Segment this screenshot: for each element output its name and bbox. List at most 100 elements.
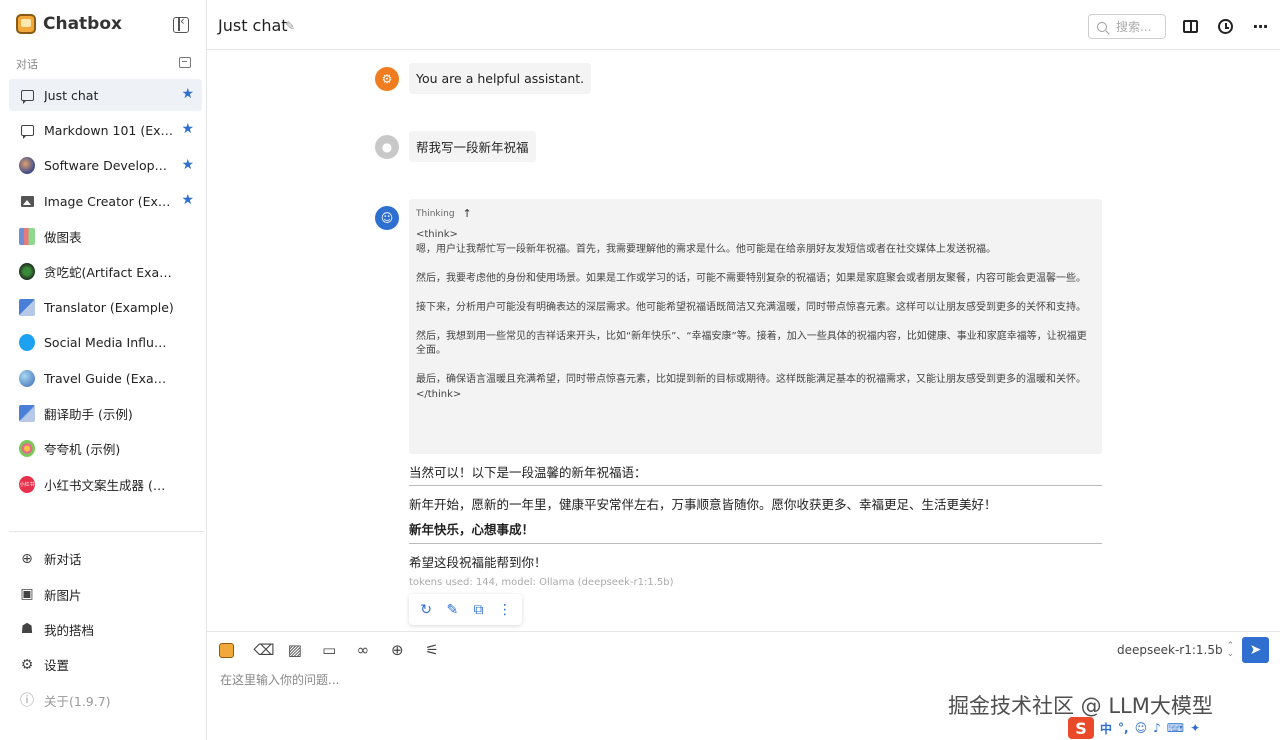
system-message-text: You are a helpful assistant. <box>416 71 585 86</box>
sidebar-item-label: Just chat <box>44 87 99 103</box>
chat-bubble-icon <box>19 122 35 139</box>
search-placeholder: 搜索... <box>1116 20 1152 34</box>
input-toolbar: ⌫ ▨ ▭ ∞ ⊕ ⚟ <box>219 640 460 660</box>
star-icon[interactable]: ★ <box>181 193 194 207</box>
conversation-list: Just chat ★ Markdown 101 (Example) ★ Sof… <box>9 79 202 504</box>
search-input[interactable]: 搜索... <box>1088 14 1166 39</box>
image-icon <box>19 193 35 209</box>
star-icon[interactable]: ★ <box>181 122 194 136</box>
chat-header: Just chat ✎ 搜索... ··· <box>207 0 1280 50</box>
brand: Chatbox <box>16 14 122 34</box>
chatbox-logo-icon <box>16 14 36 34</box>
settings-button[interactable]: ⚙ 设置 <box>9 647 202 682</box>
answer-bold-line: 新年快乐，心想事成！ <box>409 522 535 537</box>
sidebar-menu: ⊕ 新对话 ▣ 新图片 ☗ 我的搭档 ⚙ 设置 ⓘ 关于(1.9.7) <box>9 541 202 718</box>
user-message: 帮我写一段新年祝福 <box>409 131 536 162</box>
my-copilots-button[interactable]: ☗ 我的搭档 <box>9 612 202 647</box>
sidebar: Chatbox 对话 Just chat ★ Markdown 101 (Exa… <box>0 0 207 740</box>
sidebar-item-xiaohongshu[interactable]: 小红书 小红书文案生成器 (示例) <box>9 468 202 500</box>
attach-link-icon[interactable]: ∞ <box>357 640 391 660</box>
ime-toolbar: S 中 °, ☺ ♪ ⌨ ✦ <box>1068 716 1280 740</box>
answer-blessing: 新年开始，愿新的一年里，健康平安常伴左右，万事顺意皆随你。愿你收获更多、幸福更足… <box>409 497 997 512</box>
collapse-sidebar-icon[interactable] <box>173 14 189 33</box>
archive-icon[interactable] <box>179 57 191 68</box>
new-image-button[interactable]: ▣ 新图片 <box>9 576 202 611</box>
message-input[interactable] <box>220 670 1100 690</box>
ime-logo-icon[interactable]: S <box>1068 717 1094 739</box>
assistant-avatar-icon: ☺ <box>375 206 399 230</box>
sidebar-item-just-chat[interactable]: Just chat ★ <box>9 79 202 111</box>
sidebar-item-praise-bot[interactable]: 夸夸机 (示例) <box>9 433 202 465</box>
user-message-text: 帮我写一段新年祝福 <box>416 140 529 155</box>
message-toolbar: ↻ ✎ ⧉ ⋮ <box>409 594 522 625</box>
regenerate-icon[interactable]: ↻ <box>416 600 436 620</box>
chatbox-app: Chatbox 对话 Just chat ★ Markdown 101 (Exa… <box>0 0 1280 740</box>
more-options-button[interactable]: ··· <box>1250 16 1270 36</box>
sidebar-item-software-developer[interactable]: Software Developer (Example) ★ <box>9 150 202 182</box>
new-chat-button[interactable]: ⊕ 新对话 <box>9 541 202 576</box>
app-name: Chatbox <box>43 14 122 34</box>
conversations-section-label: 对话 <box>16 58 38 71</box>
chart-avatar <box>19 228 35 246</box>
send-button[interactable]: ➤ <box>1242 637 1269 663</box>
ime-mode[interactable]: 中 <box>1100 720 1112 737</box>
sidebar-item-snake[interactable]: 贪吃蛇(Artifact Example) <box>9 256 202 288</box>
ime-punctuation-icon[interactable]: °, <box>1118 721 1129 735</box>
thinking-header[interactable]: Thinking ↑ <box>416 207 1095 220</box>
sidebar-item-label: 翻译助手 (示例) <box>44 407 133 423</box>
star-icon[interactable]: ★ <box>181 158 194 172</box>
plus-circle-icon: ⊕ <box>21 550 33 567</box>
xiaohongshu-avatar: 小红书 <box>19 475 35 493</box>
sidebar-item-translator[interactable]: Translator (Example) <box>9 291 202 323</box>
web-search-icon[interactable]: ⊕ <box>391 640 425 660</box>
sidebar-item-travel-guide[interactable]: Travel Guide (Example) <box>9 362 202 394</box>
more-vertical-icon[interactable]: ⋮ <box>495 600 515 620</box>
ime-skin-icon[interactable]: ✦ <box>1190 721 1200 735</box>
sidebar-item-charts[interactable]: 做图表 <box>9 221 202 253</box>
attach-image-icon[interactable]: ▨ <box>288 640 322 660</box>
copilot-button[interactable] <box>219 640 253 660</box>
collapse-arrow-icon[interactable]: ↑ <box>463 207 472 220</box>
sidebar-item-social-media[interactable]: Social Media Influencer (Example) <box>9 327 202 359</box>
image-add-icon: ▣ <box>20 586 34 603</box>
search-icon <box>1097 21 1107 32</box>
twitter-avatar <box>19 334 35 352</box>
model-name: deepseek-r1:1.5b <box>1117 643 1223 657</box>
chevron-updown-icon: ⌃ ⌄ <box>1226 641 1235 659</box>
settings-sliders-icon[interactable]: ⚟ <box>425 640 459 660</box>
developer-avatar <box>19 157 35 175</box>
ime-emoji-icon[interactable]: ☺ <box>1135 721 1148 735</box>
snake-avatar <box>19 263 35 281</box>
translator-avatar <box>19 298 35 316</box>
edit-title-icon[interactable]: ✎ <box>285 19 295 33</box>
sidebar-item-label: Markdown 101 (Example) <box>44 122 174 138</box>
clear-context-icon[interactable]: ⌫ <box>253 640 287 660</box>
robot-icon: ☗ <box>20 621 34 638</box>
sidebar-item-label: Social Media Influencer (Example) <box>44 335 174 351</box>
info-icon: ⓘ <box>20 693 34 710</box>
flower-avatar <box>19 440 35 458</box>
system-avatar-icon: ⚙ <box>375 67 399 91</box>
conversation-title: Just chat <box>218 16 288 35</box>
toggle-panel-button[interactable] <box>1180 16 1200 36</box>
about-button[interactable]: ⓘ 关于(1.9.7) <box>9 683 202 718</box>
edit-icon[interactable]: ✎ <box>442 600 462 620</box>
ime-keyboard-icon[interactable]: ⌨ <box>1167 721 1184 735</box>
sidebar-item-markdown-101[interactable]: Markdown 101 (Example) ★ <box>9 114 202 146</box>
sidebar-item-label: 夸夸机 (示例) <box>44 442 121 458</box>
sidebar-item-translate-assistant[interactable]: 翻译助手 (示例) <box>9 398 202 430</box>
sidebar-item-image-creator[interactable]: Image Creator (Example) ★ <box>9 185 202 217</box>
sidebar-item-label: Image Creator (Example) <box>44 193 174 209</box>
copy-icon[interactable]: ⧉ <box>469 600 489 620</box>
send-icon: ➤ <box>1249 642 1262 658</box>
star-icon[interactable]: ★ <box>181 87 194 101</box>
sidebar-item-label: Translator (Example) <box>44 299 174 315</box>
answer-intro: 当然可以！以下是一段温馨的新年祝福语： <box>409 465 647 480</box>
attach-folder-icon[interactable]: ▭ <box>322 640 356 660</box>
sidebar-item-label: Travel Guide (Example) <box>44 370 174 386</box>
ime-mic-icon[interactable]: ♪ <box>1153 721 1161 735</box>
translator-avatar <box>19 405 35 423</box>
menu-label: 关于(1.9.7) <box>44 693 111 709</box>
model-selector[interactable]: deepseek-r1:1.5b ⌃ ⌄ <box>1117 641 1235 659</box>
history-button[interactable] <box>1215 16 1235 36</box>
